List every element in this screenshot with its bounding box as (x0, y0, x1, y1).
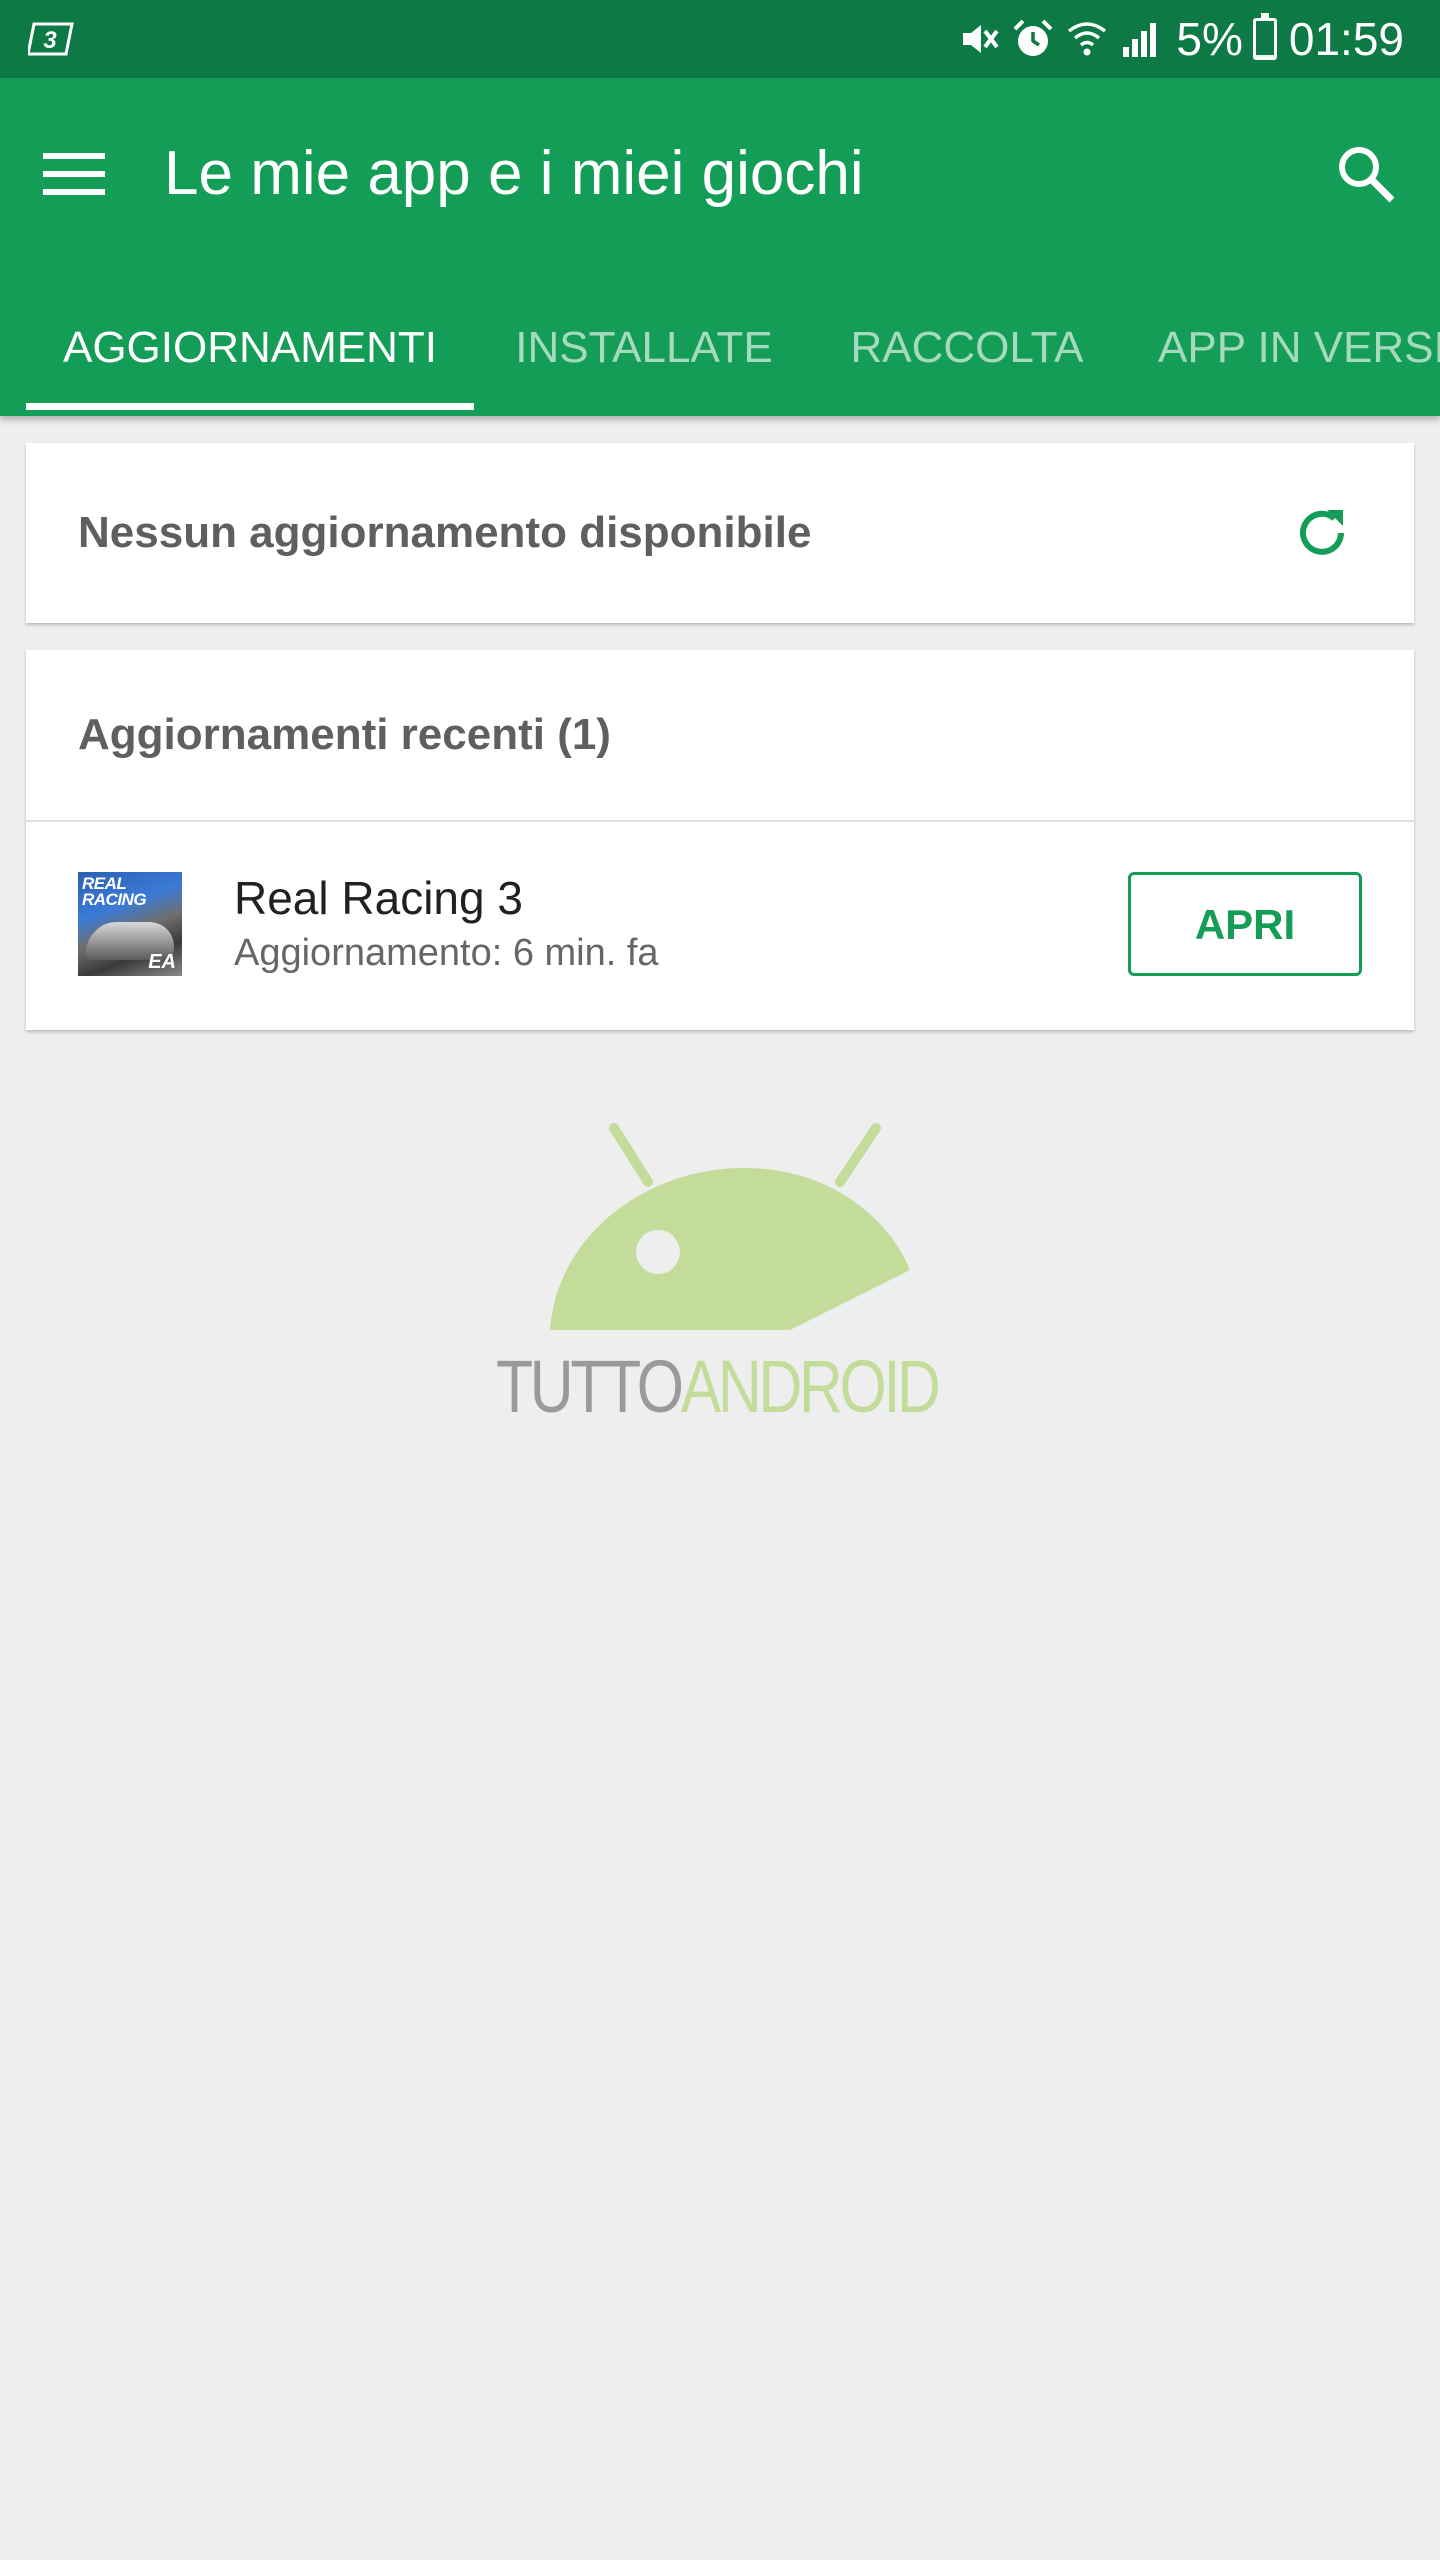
search-icon (1339, 147, 1395, 203)
battery-level (1255, 55, 1274, 57)
status-icons: 5% 01:59 (948, 0, 1404, 78)
no-updates-message: Nessun aggiornamento disponibile (78, 508, 812, 557)
page-title: Le mie app e i miei giochi (164, 139, 864, 208)
mute-icon (956, 16, 1002, 62)
watermark-text: TUTTOANDROID (496, 1342, 941, 1432)
carrier-icon: 3 (28, 22, 74, 56)
battery-icon (1252, 13, 1277, 60)
watermark: TUTTOANDROID (490, 1120, 950, 1440)
search-button[interactable] (1322, 130, 1410, 218)
carrier-label: 3 (43, 27, 57, 54)
recent-updates-header: Aggiornamenti recenti (1) (78, 710, 611, 759)
tab-raccolta[interactable]: RACCOLTA (814, 288, 1120, 416)
hamburger-menu-icon (43, 153, 105, 195)
tab-bar: AGGIORNAMENTI INSTALLATE RACCOLTA APP IN… (0, 288, 1440, 416)
android-logo (550, 1123, 910, 1330)
app-icon-title: REAL RACING (82, 874, 147, 909)
alarm-icon (1010, 16, 1056, 62)
refresh-button[interactable] (1282, 493, 1362, 573)
status-bar: 3 5% 01:59 (0, 0, 1440, 78)
status-time: 01:59 (1288, 13, 1404, 65)
tab-indicator (26, 403, 474, 410)
tab-installate[interactable]: INSTALLATE (474, 288, 814, 416)
app-icon-real-racing-3: REAL RACING EA (78, 872, 182, 976)
menu-button[interactable] (30, 130, 118, 218)
app-name: Real Racing 3 (234, 872, 523, 924)
battery-percent: 5% (1176, 13, 1243, 65)
signal-icon (1118, 16, 1164, 62)
tab-aggiornamenti[interactable]: AGGIORNAMENTI (26, 288, 474, 416)
app-update-time: Aggiornamento: 6 min. fa (234, 932, 659, 974)
watermark-text-part-a: TUTTO (496, 1345, 684, 1428)
list-item[interactable]: REAL RACING EA Real Racing 3 Aggiornamen… (26, 822, 1414, 1030)
app-icon-brand: EA (148, 951, 176, 973)
wifi-icon (1064, 16, 1110, 62)
tab-app-in-versione-beta[interactable]: APP IN VERSI (1158, 288, 1440, 416)
app-bar: Le mie app e i miei giochi AGGIORNAMENTI… (0, 78, 1440, 416)
open-button[interactable]: APRI (1128, 872, 1362, 976)
no-updates-card: Nessun aggiornamento disponibile (26, 443, 1414, 623)
refresh-icon (1300, 510, 1344, 555)
watermark-text-part-b: ANDROID (680, 1345, 941, 1428)
recent-updates-card: Aggiornamenti recenti (1) REAL RACING EA… (26, 650, 1414, 1030)
